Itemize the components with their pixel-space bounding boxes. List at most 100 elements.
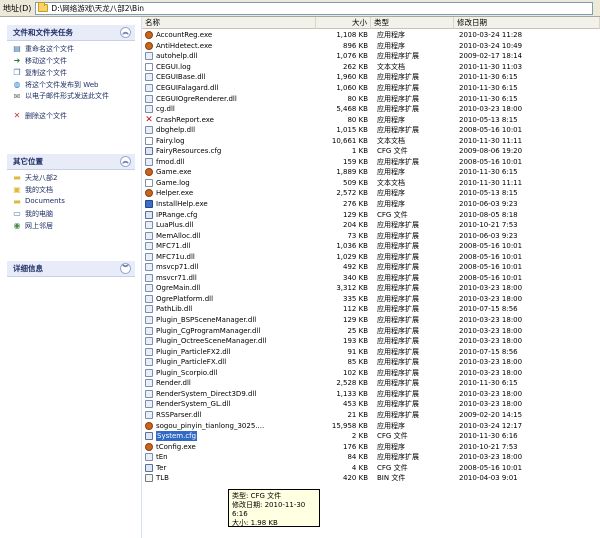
file-size: 2,528 KB bbox=[336, 379, 368, 388]
file-row[interactable]: RenderSystem_GL.dll 453 KB 应用程序扩展 2010-03-2… bbox=[142, 399, 600, 410]
file-row[interactable]: dbghelp.dll 1,015 KB 应用程序扩展 2008-05-16 10:0… bbox=[142, 125, 600, 136]
file-name: AccountReg.exe bbox=[156, 31, 213, 40]
task-item-email[interactable]: ✉ 以电子邮件形式发送此文件 bbox=[12, 92, 135, 111]
file-name: Plugin_ParticleFX.dll bbox=[156, 358, 227, 367]
folder-icon bbox=[38, 2, 49, 12]
file-name: sogou_pinyin_tianlong_3025.... bbox=[156, 421, 265, 430]
expand-chevron-icon[interactable]: ︾ bbox=[120, 263, 131, 274]
file-type: 应用程序扩展 bbox=[377, 347, 419, 356]
file-row[interactable]: PathLib.dll 112 KB 应用程序扩展 2010-07-15 8:56 bbox=[142, 304, 600, 315]
file-row[interactable]: Plugin_BSPSceneManager.dll 129 KB 应用程序扩展 20… bbox=[142, 315, 600, 326]
exe-file-icon bbox=[145, 421, 153, 430]
dll-file-icon bbox=[145, 52, 153, 61]
file-size: 112 KB bbox=[343, 305, 368, 314]
task-item-delete[interactable]: ✕ 删除这个文件 bbox=[12, 111, 135, 123]
file-row[interactable]: RSSParser.dll 21 KB 应用程序扩展 2009-02-20 14:15 bbox=[142, 410, 600, 421]
file-type: 应用程序扩展 bbox=[377, 337, 419, 346]
file-name-cell: Plugin_Scorpio.dll bbox=[142, 368, 316, 378]
crash-file-icon: ✕ bbox=[145, 114, 153, 125]
file-row[interactable]: Render.dll 2,528 KB 应用程序扩展 2010-11-30 6:15 bbox=[142, 378, 600, 389]
file-name-cell: tEn bbox=[142, 452, 316, 462]
task-item-publish-web[interactable]: ◍ 将这个文件发布到 Web bbox=[12, 80, 135, 92]
task-item-copy[interactable]: ❐ 复制这个文件 bbox=[12, 68, 135, 80]
column-date[interactable]: 修改日期 bbox=[454, 17, 600, 29]
file-type: 应用程序扩展 bbox=[377, 316, 419, 325]
file-date: 2008-05-16 10:01 bbox=[459, 242, 523, 251]
column-name[interactable]: 名称 bbox=[142, 17, 316, 29]
file-row[interactable]: FairyResources.cfg 1 KB CFG 文件 2009-08-06 1… bbox=[142, 146, 600, 157]
file-date: 2010-11-30 6:15 bbox=[459, 94, 518, 103]
file-row[interactable]: Plugin_Scorpio.dll 102 KB 应用程序扩展 2010-03-23… bbox=[142, 368, 600, 379]
file-name-cell: OgreMain.dll bbox=[142, 283, 316, 293]
file-row[interactable]: ✕ CrashReport.exe 80 KB 应用程序 2010-05-13 8:15 bbox=[142, 114, 600, 125]
file-row[interactable]: Helper.exe 2,572 KB 应用程序 2010-05-13 8:15 bbox=[142, 188, 600, 199]
file-row[interactable]: CEGUIFalagard.dll 1,060 KB 应用程序扩展 2010-11-3… bbox=[142, 83, 600, 94]
collapse-chevron-icon[interactable]: ︽ bbox=[120, 156, 131, 167]
dll-file-icon bbox=[145, 316, 153, 325]
file-tasks-header[interactable]: 文件和文件夹任务 ︽ bbox=[7, 25, 135, 41]
file-rows: AccountReg.exe 1,108 KB 应用程序 2010-03-24 11:… bbox=[142, 30, 600, 484]
file-row[interactable]: Fairy.log 10,661 KB 文本文档 2010-11-30 11:11 bbox=[142, 135, 600, 146]
file-row[interactable]: AccountReg.exe 1,108 KB 应用程序 2010-03-24 11:… bbox=[142, 30, 600, 41]
file-row[interactable]: Ter 4 KB CFG 文件 2008-05-16 10:01 bbox=[142, 462, 600, 473]
task-item-move[interactable]: ➜ 移动这个文件 bbox=[12, 56, 135, 68]
file-type: 应用程序扩展 bbox=[377, 263, 419, 272]
task-item-folder[interactable]: ▬ 天龙八部2 bbox=[12, 173, 135, 185]
file-row[interactable]: tConfig.exe 176 KB 应用程序 2010-10-21 7:53 bbox=[142, 441, 600, 452]
file-row[interactable]: tEn 84 KB 应用程序扩展 2010-03-23 18:00 bbox=[142, 452, 600, 463]
file-size: 3,312 KB bbox=[336, 284, 368, 293]
file-row-selected[interactable]: System.cfg 2 KB CFG 文件 2010-11-30 6:16 bbox=[142, 431, 600, 442]
task-item-network-places[interactable]: ◉ 网上邻居 bbox=[12, 221, 135, 233]
file-row[interactable]: sogou_pinyin_tianlong_3025.... 15,958 KB 应… bbox=[142, 420, 600, 431]
file-row[interactable]: CEGUIOgreRenderer.dll 80 KB 应用程序扩展 2010-11-… bbox=[142, 93, 600, 104]
file-row[interactable]: CEGUI.log 262 KB 文本文档 2010-11-30 11:03 bbox=[142, 62, 600, 73]
file-row[interactable]: Plugin_ParticleFX.dll 85 KB 应用程序扩展 2010-03-… bbox=[142, 357, 600, 368]
file-row[interactable]: Plugin_CgProgramManager.dll 25 KB 应用程序扩展 20… bbox=[142, 325, 600, 336]
file-name: msvcr71.dll bbox=[156, 273, 197, 282]
file-row[interactable]: msvcr71.dll 340 KB 应用程序扩展 2008-05-16 10:01 bbox=[142, 273, 600, 284]
column-type[interactable]: 类型 bbox=[371, 17, 454, 29]
file-row[interactable]: CEGUIBase.dll 1,960 KB 应用程序扩展 2010-11-30 6:… bbox=[142, 72, 600, 83]
file-type: 应用程序扩展 bbox=[377, 294, 419, 303]
file-name-cell: CEGUI.log bbox=[142, 62, 316, 72]
file-type: 应用程序扩展 bbox=[377, 453, 419, 462]
file-name-cell: OgrePlatform.dll bbox=[142, 294, 316, 304]
task-item-my-computer[interactable]: ▭ 我的电脑 bbox=[12, 209, 135, 221]
file-row[interactable]: LuaPlus.dll 204 KB 应用程序扩展 2010-10-21 7:53 bbox=[142, 220, 600, 231]
collapse-chevron-icon[interactable]: ︽ bbox=[120, 27, 131, 38]
dll-file-icon bbox=[145, 73, 153, 82]
dll-file-icon bbox=[145, 231, 153, 240]
task-item-my-documents[interactable]: ▣ 我的文档 bbox=[12, 185, 135, 197]
task-item-rename[interactable]: ▤ 重命名这个文件 bbox=[12, 44, 135, 56]
file-row[interactable]: Plugin_OctreeSceneManager.dll 193 KB 应用程序扩… bbox=[142, 336, 600, 347]
file-row[interactable]: Game.exe 1,889 KB 应用程序 2010-11-30 6:15 bbox=[142, 167, 600, 178]
file-row[interactable]: InstallHelp.exe 276 KB 应用程序 2010-06-03 9:23 bbox=[142, 199, 600, 210]
file-size: 2,572 KB bbox=[336, 189, 368, 198]
file-row[interactable]: IPRange.cfg 129 KB CFG 文件 2010-08-05 8:18 bbox=[142, 209, 600, 220]
dll-file-icon bbox=[145, 242, 153, 251]
address-input[interactable]: D:\网络游戏\天龙八部2\Bin bbox=[35, 1, 594, 15]
other-places-header[interactable]: 其它位置 ︽ bbox=[7, 154, 135, 170]
file-row[interactable]: Game.log 509 KB 文本文档 2010-11-30 11:11 bbox=[142, 178, 600, 189]
file-row[interactable]: RenderSystem_Direct3D9.dll 1,133 KB 应用程序扩展… bbox=[142, 389, 600, 400]
file-row[interactable]: TLB 420 KB BIN 文件 2010-04-03 9:01 bbox=[142, 473, 600, 484]
file-row[interactable]: msvcp71.dll 492 KB 应用程序扩展 2008-05-16 10:01 bbox=[142, 262, 600, 273]
file-row[interactable]: MemAlloc.dll 73 KB 应用程序扩展 2010-06-03 9:23 bbox=[142, 230, 600, 241]
task-item-label: 移动这个文件 bbox=[25, 57, 67, 65]
task-item-folder[interactable]: ▬ Documents bbox=[12, 197, 135, 209]
folder-icon: ▬ bbox=[13, 197, 21, 206]
file-row[interactable]: cg.dll 5,468 KB 应用程序扩展 2010-03-23 18:00 bbox=[142, 104, 600, 115]
column-size[interactable]: 大小 bbox=[316, 17, 371, 29]
file-row[interactable]: AntiHdetect.exe 896 KB 应用程序 2010-03-24 10:4… bbox=[142, 41, 600, 52]
details-header[interactable]: 详细信息 ︾ bbox=[7, 261, 135, 277]
file-row[interactable]: MFC71.dll 1,036 KB 应用程序扩展 2008-05-16 10:01 bbox=[142, 241, 600, 252]
file-row[interactable]: OgreMain.dll 3,312 KB 应用程序扩展 2010-03-23 18:… bbox=[142, 283, 600, 294]
file-row[interactable]: Plugin_ParticleFX2.dll 91 KB 应用程序扩展 2010-07… bbox=[142, 346, 600, 357]
file-row[interactable]: MFC71u.dll 1,029 KB 应用程序扩展 2008-05-16 10:01 bbox=[142, 251, 600, 262]
file-row[interactable]: autohelp.dll 1,076 KB 应用程序扩展 2009-02-17 18:… bbox=[142, 51, 600, 62]
file-row[interactable]: OgrePlatform.dll 335 KB 应用程序扩展 2010-03-23 1… bbox=[142, 294, 600, 305]
file-name: System.cfg bbox=[156, 431, 198, 442]
file-name-cell: IPRange.cfg bbox=[142, 210, 316, 220]
file-row[interactable]: fmod.dll 159 KB 应用程序扩展 2008-05-16 10:01 bbox=[142, 157, 600, 168]
file-name: Ter bbox=[156, 463, 167, 472]
